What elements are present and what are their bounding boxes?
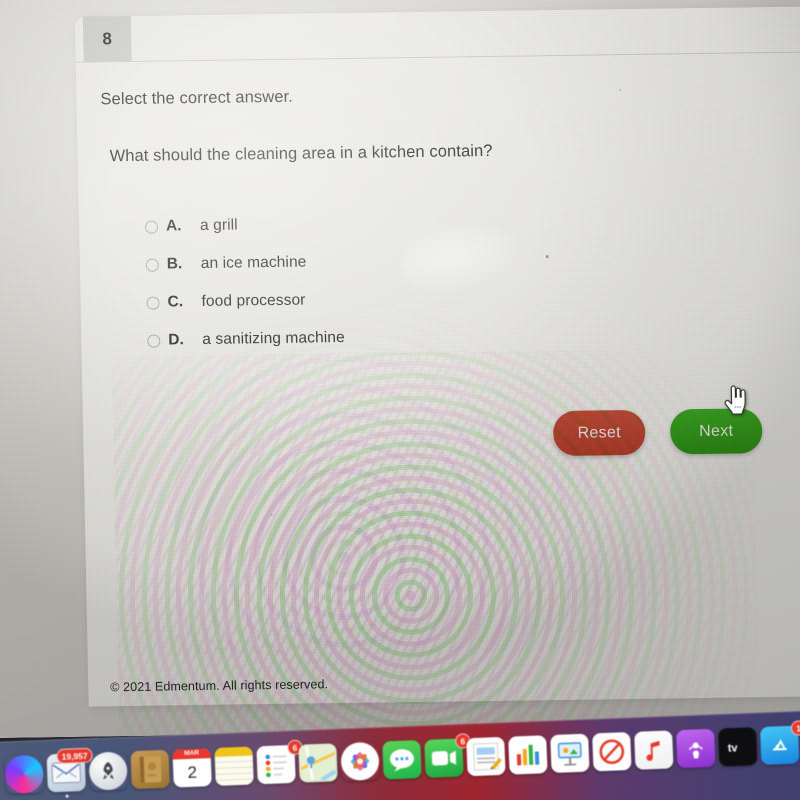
question-text: What should the cleaning area in a kitch… — [109, 141, 493, 166]
photos-icon — [340, 741, 380, 782]
radio-button-a[interactable] — [144, 220, 159, 234]
choice-letter-d: D. — [168, 331, 184, 349]
running-indicator — [65, 794, 69, 798]
calendar-icon: MAR 2 — [172, 748, 212, 788]
choice-letter-a: A. — [165, 217, 182, 235]
question-number-label: 8 — [102, 28, 113, 48]
radio-button-c[interactable] — [146, 296, 160, 310]
instruction-text: Select the correct answer. — [100, 87, 294, 109]
choice-text-d: a sanitizing machine — [202, 328, 345, 348]
pages-icon — [466, 736, 506, 777]
dock-item-calendar[interactable]: MAR 2 — [172, 748, 212, 788]
dock-item-siri[interactable] — [4, 754, 44, 794]
dock-item-reminders[interactable]: 6 — [256, 739, 303, 785]
choice-letter-b: B. — [166, 255, 183, 273]
dock-item-photos[interactable] — [340, 741, 380, 782]
numbers-icon — [508, 735, 548, 775]
blocked-icon — [592, 731, 632, 772]
reset-button[interactable]: Reset — [552, 409, 646, 457]
music-icon — [634, 730, 674, 770]
choice-text-a: a grill — [199, 216, 238, 235]
choice-text-b: an ice machine — [200, 253, 307, 272]
dock-item-podcasts[interactable] — [676, 728, 716, 769]
next-button[interactable]: Next — [669, 408, 763, 455]
choice-text-c: food processor — [201, 291, 306, 310]
answer-choice-c[interactable]: C. food processor — [146, 278, 567, 322]
question-number-tab[interactable]: 8 — [82, 15, 132, 62]
notes-lines — [214, 755, 254, 786]
dock-item-messages[interactable] — [382, 740, 422, 780]
siri-icon — [4, 754, 44, 794]
podcasts-icon — [676, 728, 716, 769]
macos-dock: 19,957 MAR 2 6 6 tv 1 — [0, 680, 800, 800]
choice-letter-c: C. — [167, 293, 184, 311]
laptop-screen: 8 Select the correct answer. What should… — [0, 0, 800, 738]
messages-icon — [382, 740, 422, 780]
tv-icon: tv — [718, 727, 758, 767]
svg-text:tv: tv — [728, 742, 739, 754]
dock-item-maps[interactable] — [298, 743, 338, 783]
keynote-icon — [550, 733, 590, 774]
radio-button-d[interactable] — [147, 334, 161, 348]
dock-item-keynote[interactable] — [550, 733, 590, 774]
dock-item-blocked[interactable] — [592, 731, 632, 772]
mail-badge-count: 19,957 — [56, 747, 93, 765]
action-buttons: Reset Next — [552, 408, 763, 457]
dock-item-mail[interactable]: 19,957 — [46, 747, 93, 798]
dock-item-notes[interactable] — [214, 746, 254, 786]
question-card: 8 Select the correct answer. What should… — [74, 5, 800, 707]
calendar-day-label: 2 — [187, 762, 198, 783]
answer-choice-list: A. a grill B. an ice machine C. food pro… — [144, 202, 568, 360]
dock-item-facetime[interactable]: 6 — [424, 733, 471, 778]
launchpad-icon — [88, 751, 128, 791]
dock-item-contacts[interactable] — [130, 749, 170, 790]
dock-item-appstore[interactable]: 1 — [759, 720, 800, 765]
dock-item-pages[interactable] — [466, 736, 506, 777]
answer-choice-d[interactable]: D. a sanitizing machine — [147, 316, 568, 360]
contacts-icon — [130, 749, 170, 790]
dock-item-tv[interactable]: tv — [718, 727, 758, 767]
answer-choice-b[interactable]: B. an ice machine — [145, 240, 566, 284]
dock-item-music[interactable] — [634, 730, 674, 770]
photographed-laptop-screen: 8 Select the correct answer. What should… — [0, 0, 800, 800]
dock-item-launchpad[interactable] — [88, 751, 128, 791]
dock-item-numbers[interactable] — [508, 735, 548, 775]
radio-button-b[interactable] — [145, 258, 159, 272]
maps-icon — [298, 743, 338, 783]
answer-choice-a[interactable]: A. a grill — [144, 202, 566, 246]
notes-icon — [214, 746, 254, 786]
